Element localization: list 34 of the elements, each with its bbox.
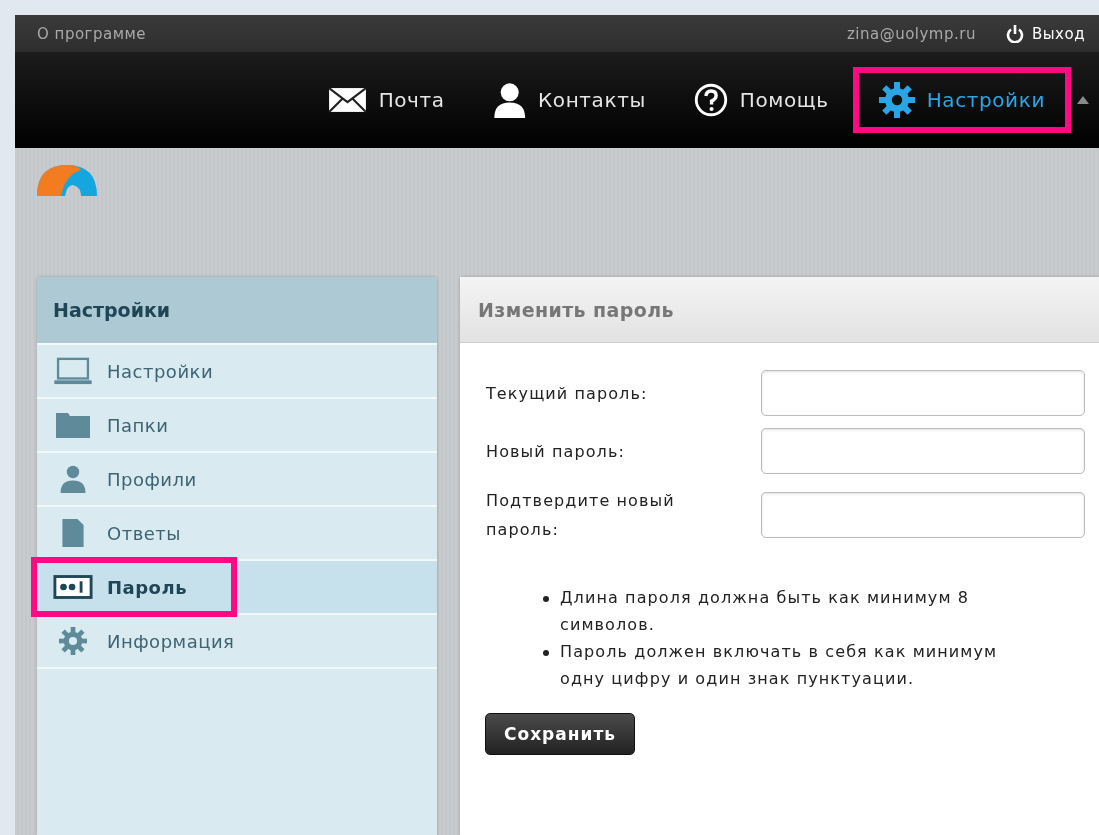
sidebar-item[interactable]: Профили [37,453,437,507]
password-field[interactable] [761,492,1085,538]
nav-tab[interactable]: Настройки [852,67,1071,133]
sidebar-item[interactable]: Папки [37,399,437,453]
person-icon [492,82,527,118]
password-field[interactable] [761,428,1085,474]
help-icon [693,83,728,117]
password-icon [53,573,93,601]
bullet-icon [543,650,549,656]
caret-icon[interactable] [1077,96,1089,104]
settings-icon [878,82,915,118]
field-label: Текущий пароль: [486,382,649,405]
rule-text: Пароль должен включать в себя как минимум одну цифру и один знак пунктуации. [560,641,999,690]
panel-title: Изменить пароль [460,277,1099,343]
nav-tab[interactable]: Почта [303,67,469,133]
sidebar-item[interactable]: Информация [37,615,437,669]
logo-icon [37,165,97,196]
field-label: Новый пароль: [486,440,626,463]
save-button[interactable]: Сохранить [485,713,636,755]
user-email: zina@uolymp.ru [846,24,976,43]
password-field[interactable] [761,370,1085,416]
logout-link[interactable]: Выход [1005,24,1085,43]
mail-icon [327,87,367,113]
sidebar-title: Настройки [37,277,437,345]
power-icon [1005,24,1024,43]
about-link[interactable]: О программе [37,24,147,43]
rule-text: Длина пароля должна быть как минимум 8 символов. [560,587,971,636]
folder-icon [53,411,93,439]
bullet-icon [543,596,549,602]
field-label: Подтвердите новый пароль: [486,490,676,541]
nav-tab[interactable]: Контакты [468,67,670,133]
laptop-icon [53,357,93,385]
nav-tab[interactable]: Помощь [669,67,853,133]
sidebar-item[interactable]: Настройки [37,345,437,399]
